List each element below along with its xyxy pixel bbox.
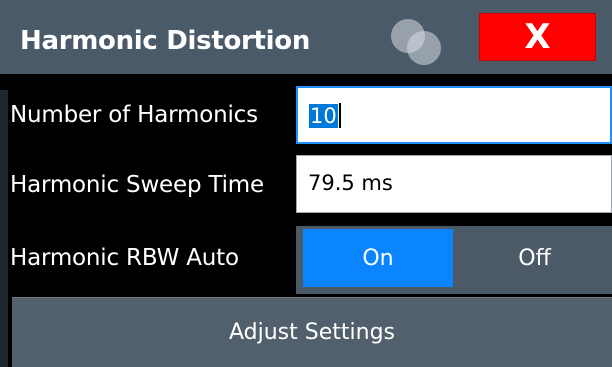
harmonic-sweep-time-label: Harmonic Sweep Time xyxy=(10,172,264,198)
close-button[interactable]: X xyxy=(479,13,596,61)
harmonic-sweep-time-field[interactable]: 79.5 ms xyxy=(296,155,612,213)
toggle-off-button[interactable]: Off xyxy=(461,229,608,287)
overlapping-circles-logo-icon xyxy=(391,19,441,65)
dialog-left-edge xyxy=(0,90,8,367)
text-caret xyxy=(338,103,341,128)
number-of-harmonics-field[interactable]: 10 xyxy=(296,86,612,144)
close-icon: X xyxy=(524,17,551,57)
harmonic-distortion-dialog: Harmonic Distortion X Number of Harmonic… xyxy=(0,0,612,367)
dialog-title: Harmonic Distortion xyxy=(20,26,311,56)
number-of-harmonics-value-wrap: 10 xyxy=(309,103,341,128)
harmonic-rbw-auto-toggle: On Off xyxy=(296,226,612,294)
number-of-harmonics-value: 10 xyxy=(309,104,338,128)
harmonic-sweep-time-value: 79.5 ms xyxy=(308,171,393,195)
harmonic-rbw-auto-label: Harmonic RBW Auto xyxy=(10,245,239,271)
adjust-settings-button[interactable]: Adjust Settings xyxy=(12,297,612,367)
number-of-harmonics-label: Number of Harmonics xyxy=(10,102,258,128)
toggle-on-button[interactable]: On xyxy=(303,229,453,287)
